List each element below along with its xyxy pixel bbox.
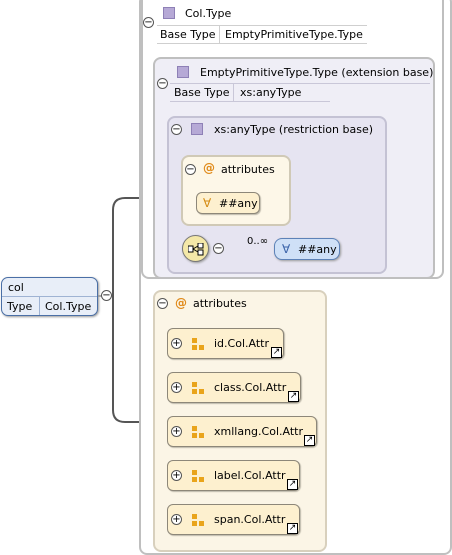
link-arrow-icon[interactable]: ↗: [271, 347, 282, 358]
forall-icon: ∀: [282, 242, 291, 256]
attribute-group-item[interactable]: + span.Col.Attr ↗: [167, 504, 300, 535]
any-attribute[interactable]: ∀ ##any: [196, 192, 260, 214]
extension-name: EmptyPrimitiveType.Type (extension base): [200, 66, 434, 79]
attribute-group-item[interactable]: + label.Col.Attr ↗: [167, 460, 300, 491]
expand-icon[interactable]: +: [171, 514, 182, 525]
attribute-group-label: id.Col.Attr: [214, 337, 269, 350]
attribute-group-label: label.Col.Attr: [214, 469, 286, 482]
complex-type-name: Col.Type: [185, 7, 232, 20]
any-element[interactable]: ∀ ##any: [274, 238, 340, 260]
root-collapse-icon[interactable]: −: [101, 290, 112, 301]
sequence-collapse-icon[interactable]: −: [213, 243, 224, 254]
link-arrow-icon[interactable]: ↗: [287, 523, 298, 534]
sequence-glyph: [188, 243, 204, 256]
restriction-collapse-icon[interactable]: −: [171, 124, 182, 135]
attributes-collapse-icon[interactable]: −: [157, 298, 168, 309]
root-type-value: Col.Type: [45, 300, 92, 313]
expand-icon[interactable]: +: [171, 426, 182, 437]
attribute-group-icon: [192, 382, 204, 394]
attribute-group-item[interactable]: + class.Col.Attr ↗: [167, 372, 301, 403]
attribute-group-item[interactable]: + id.Col.Attr ↗: [167, 328, 284, 359]
root-element-name: col: [8, 281, 24, 294]
restriction-name: xs:anyType (restriction base): [214, 123, 374, 136]
complex-type-icon: [163, 7, 175, 19]
attribute-group-label: class.Col.Attr: [214, 381, 287, 394]
attribute-group-icon: [192, 338, 204, 350]
link-arrow-icon[interactable]: ↗: [288, 391, 299, 402]
extension-base-label: Base Type: [174, 86, 230, 99]
attribute-group-icon: [192, 514, 204, 526]
extension-collapse-icon[interactable]: −: [157, 78, 168, 89]
at-sign-icon: @: [203, 161, 215, 175]
any-attribute-label: ##any: [219, 197, 258, 210]
attribute-group-label: xmllang.Col.Attr: [214, 425, 303, 438]
attribute-group-label: span.Col.Attr: [214, 513, 286, 526]
at-sign-icon: @: [175, 296, 187, 310]
complex-type-collapse-icon[interactable]: −: [143, 17, 154, 28]
complex-type-base-label: Base Type: [160, 28, 216, 41]
inner-attributes-title: attributes: [221, 163, 275, 176]
root-type-label: Type: [7, 300, 33, 313]
inner-attributes-collapse-icon[interactable]: −: [185, 164, 196, 175]
link-arrow-icon[interactable]: ↗: [287, 479, 298, 490]
expand-icon[interactable]: +: [171, 470, 182, 481]
root-element[interactable]: col Type Col.Type: [1, 277, 98, 316]
extension-base-value: xs:anyType: [240, 86, 302, 99]
forall-icon: ∀: [203, 196, 212, 210]
complex-type-base-value: EmptyPrimitiveType.Type: [225, 28, 363, 41]
attribute-group-item[interactable]: + xmllang.Col.Attr ↗: [167, 416, 317, 447]
sequence-icon[interactable]: [182, 235, 209, 262]
attribute-group-icon: [192, 470, 204, 482]
attribute-group-icon: [192, 426, 204, 438]
attributes-title: attributes: [193, 297, 247, 310]
link-arrow-icon[interactable]: ↗: [304, 435, 315, 446]
any-element-label: ##any: [298, 243, 337, 256]
expand-icon[interactable]: +: [171, 338, 182, 349]
sequence-cardinality: 0..∞: [247, 236, 269, 247]
extension-type-icon: [177, 66, 189, 78]
expand-icon[interactable]: +: [171, 382, 182, 393]
restriction-type-icon: [191, 123, 203, 135]
